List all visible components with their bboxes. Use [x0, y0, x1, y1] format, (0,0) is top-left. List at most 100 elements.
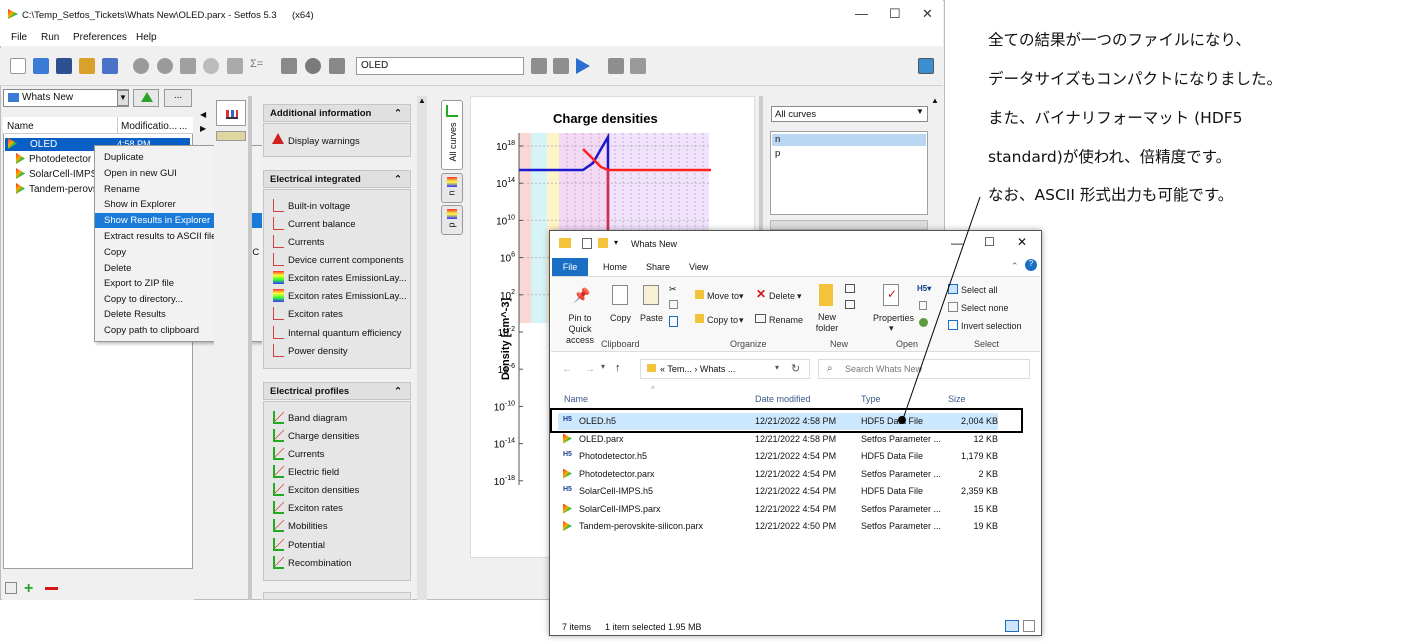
pin-quick-access-button[interactable]: Pin to Quick access [556, 313, 604, 346]
tool-icon-4[interactable] [227, 58, 243, 74]
close-icon[interactable]: ✕ [1017, 235, 1027, 249]
copy-project-icon[interactable] [5, 582, 17, 594]
move-to-button[interactable]: Move to [707, 291, 739, 301]
screenshot-icon[interactable] [918, 58, 934, 74]
item-exciton-rates-profile[interactable]: Exciton rates [288, 503, 343, 514]
scroll-up-icon[interactable]: ▲ [418, 96, 426, 105]
refresh-icon[interactable]: ↻ [791, 362, 800, 375]
maximize-icon[interactable]: ☐ [889, 6, 901, 22]
menu-help[interactable]: Help [136, 32, 157, 43]
sigma-icon[interactable]: Σ= [250, 58, 266, 74]
minimize-icon[interactable]: — [855, 6, 868, 21]
file-row[interactable]: Photodetector.parx 12/21/2022 4:54 PM Setf… [558, 466, 998, 483]
item-exciton-rates[interactable]: Exciton rates [288, 309, 343, 320]
address-dropdown-icon[interactable]: ▾ [775, 363, 779, 372]
file-row[interactable]: OLED.parx 12/21/2022 4:58 PM Setfos Parame… [558, 431, 998, 448]
close-icon[interactable]: ✕ [922, 6, 933, 22]
group-profiles-header[interactable]: Electrical profiles ⌃ [263, 382, 411, 400]
item-mobilities[interactable]: Mobilities [288, 521, 328, 532]
file-row[interactable]: SolarCell-IMPS.parx 12/21/2022 4:54 PM Set… [558, 501, 998, 518]
tool-icon-8[interactable] [608, 58, 624, 74]
new-item-icon[interactable] [845, 284, 855, 293]
curve-item-p[interactable]: p [775, 148, 780, 159]
details-view-icon[interactable] [1005, 620, 1019, 632]
tab-all-curves[interactable]: All curves [441, 100, 463, 170]
stop-icon[interactable] [531, 58, 547, 74]
item-charge-densities[interactable]: Charge densities [288, 431, 359, 442]
col-name[interactable]: Name [564, 394, 588, 404]
scrollbar[interactable] [417, 96, 427, 600]
properties-icon[interactable] [582, 238, 592, 249]
address-bar[interactable]: « Tem... › Whats ... [640, 359, 810, 379]
tool-icon-5[interactable] [281, 58, 297, 74]
new-file-icon[interactable] [10, 58, 26, 74]
edit-icon[interactable] [79, 58, 95, 74]
tab-p[interactable]: p [441, 205, 463, 235]
item-electric-field[interactable]: Electric field [288, 467, 339, 478]
item-exciton-rates-emission-1[interactable]: Exciton rates EmissionLay... [288, 273, 407, 284]
back-icon[interactable]: ← [562, 364, 572, 375]
menu-preferences[interactable]: Preferences [73, 32, 127, 43]
simulation-name-input[interactable]: OLED [356, 57, 524, 75]
chevron-down-icon[interactable]: ▼ [916, 107, 924, 116]
item-exciton-rates-emission-2[interactable]: Exciton rates EmissionLay... [288, 291, 407, 302]
add-icon[interactable]: + [24, 580, 33, 598]
tree-item-tandem[interactable]: Tandem-perovs [29, 184, 98, 195]
file-row[interactable]: H5 SolarCell-IMPS.h5 12/21/2022 4:54 PM HDF… [558, 483, 998, 500]
col-type[interactable]: Type [861, 394, 881, 404]
forward-icon[interactable]: → [585, 364, 595, 375]
tab-n[interactable]: n [441, 173, 463, 203]
group-integrated-header[interactable]: Electrical integrated ⌃ [263, 170, 411, 188]
col-modified[interactable]: Modificatio... [121, 121, 177, 132]
rename-button[interactable]: Rename [769, 315, 803, 325]
item-band-diagram[interactable]: Band diagram [288, 413, 347, 424]
copy-button[interactable]: Copy [610, 313, 631, 323]
new-folder-icon[interactable] [598, 238, 608, 248]
item-exciton-densities[interactable]: Exciton densities [288, 485, 359, 496]
recent-icon[interactable]: ▾ [601, 362, 605, 371]
delete-button[interactable]: Delete [769, 291, 795, 301]
chart-type-button[interactable] [216, 100, 246, 126]
tool-icon-6[interactable] [305, 58, 321, 74]
tab-item[interactable] [216, 131, 246, 141]
import-icon[interactable] [102, 58, 118, 74]
browse-button[interactable]: ... [164, 89, 192, 107]
item-current-balance[interactable]: Current balance [288, 219, 356, 230]
collapse-ribbon-icon[interactable]: ⌃ [1011, 261, 1019, 272]
item-recombination[interactable]: Recombination [288, 558, 351, 569]
file-row[interactable]: H5 Photodetector.h5 12/21/2022 4:54 PM HDF5… [558, 448, 998, 465]
item-iqe[interactable]: Internal quantum efficiency [288, 328, 401, 339]
new-folder-button[interactable]: New folder [813, 312, 841, 334]
remove-icon[interactable] [45, 587, 58, 590]
expand-right-icon[interactable]: ▶ [200, 124, 206, 133]
bulb-icon[interactable] [203, 58, 219, 74]
display-warnings[interactable]: Display warnings [288, 136, 360, 147]
tool-icon-7[interactable] [329, 58, 345, 74]
scroll-up-icon[interactable]: ▲ [931, 96, 939, 105]
item-currents-profile[interactable]: Currents [288, 449, 324, 460]
copy-to-button[interactable]: Copy to [707, 315, 738, 325]
tab-file[interactable]: File [552, 258, 588, 276]
tree-item-solarcell[interactable]: SolarCell-IMPS [29, 169, 97, 180]
cut-icon[interactable]: ✂ [669, 284, 677, 295]
tool-icon-1[interactable] [133, 58, 149, 74]
pause-icon[interactable] [553, 58, 569, 74]
curves-select[interactable]: All curves [771, 106, 928, 122]
large-icons-view-icon[interactable] [1023, 620, 1035, 632]
col-name[interactable]: Name [7, 121, 34, 132]
up-button[interactable] [133, 89, 159, 107]
item-built-in-voltage[interactable]: Built-in voltage [288, 201, 350, 212]
tool-icon-2[interactable] [157, 58, 173, 74]
paste-button[interactable]: Paste [640, 313, 663, 323]
col-date[interactable]: Date modified [755, 394, 811, 404]
tree-item-oled[interactable]: OLED [30, 139, 57, 150]
item-power-density[interactable]: Power density [288, 346, 348, 357]
splitter[interactable] [248, 96, 252, 600]
menu-run[interactable]: Run [41, 32, 59, 43]
curve-item-n[interactable]: n [772, 134, 926, 146]
easy-access-icon[interactable] [845, 300, 855, 309]
project-select[interactable]: Whats New [3, 89, 129, 107]
paste-shortcut-icon[interactable] [669, 316, 678, 327]
collapse-left-icon[interactable]: ◀ [200, 110, 206, 119]
qat-dropdown-icon[interactable]: ▾ [614, 238, 618, 247]
